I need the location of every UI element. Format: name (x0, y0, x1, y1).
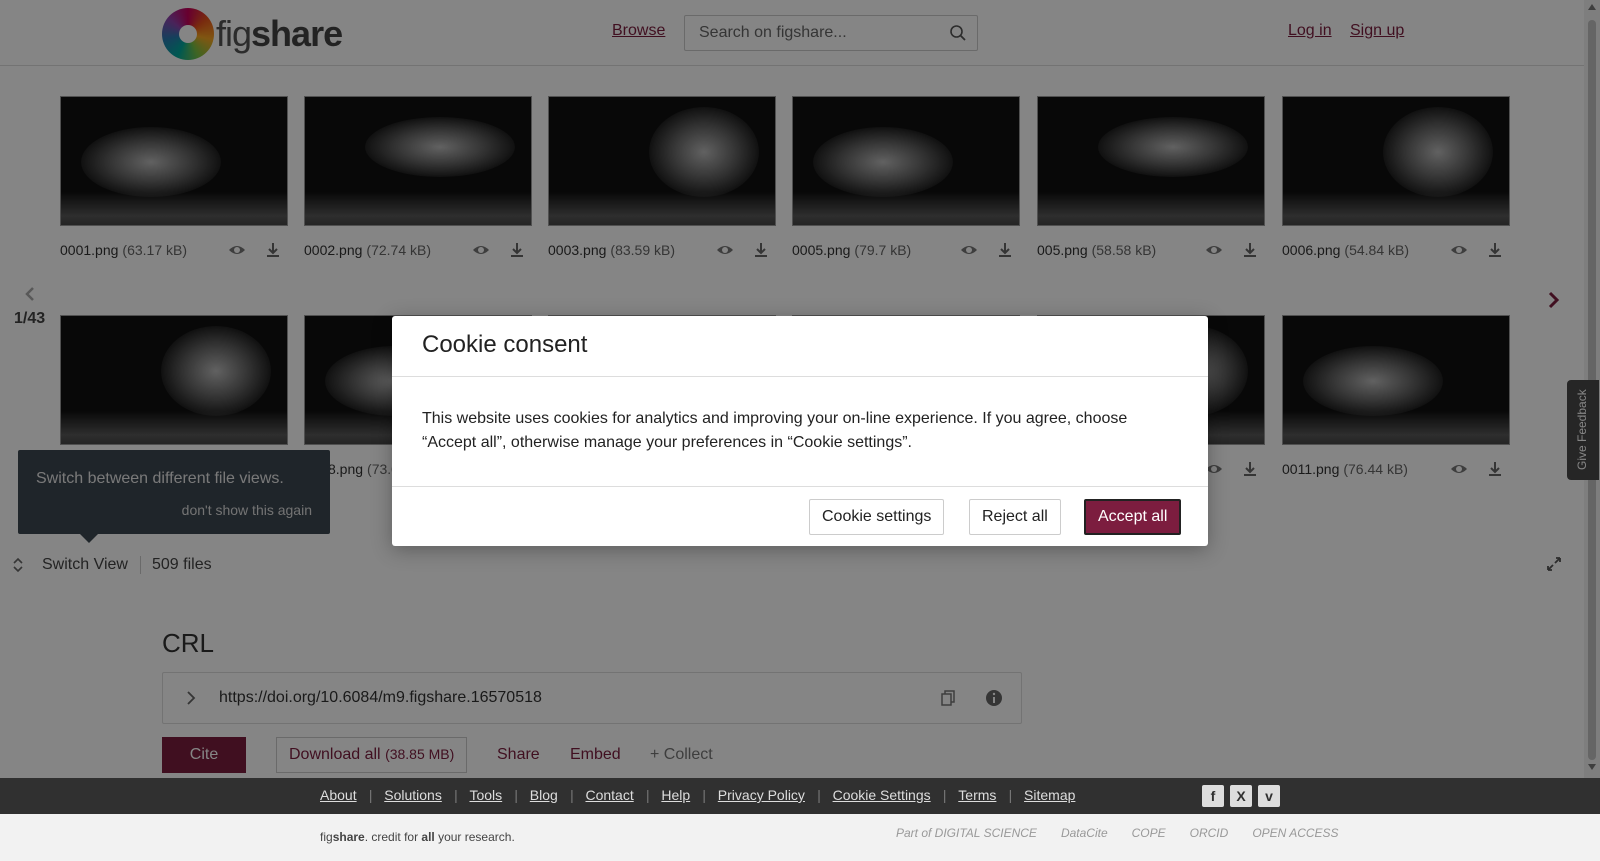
footer-link-help[interactable]: Help (661, 787, 690, 803)
footer-link-blog[interactable]: Blog (530, 787, 558, 803)
dialog-footer: Cookie settings Reject all Accept all (392, 487, 1208, 545)
reject-all-button[interactable]: Reject all (969, 499, 1061, 535)
x-icon[interactable]: X (1230, 785, 1252, 807)
datacite-logo[interactable]: DataCite (1061, 826, 1108, 840)
footer-link-sitemap[interactable]: Sitemap (1024, 787, 1075, 803)
footer-link-contact[interactable]: Contact (585, 787, 633, 803)
digital-science-logo[interactable]: Part of DIGITAL SCIENCE (896, 826, 1037, 840)
dialog-body: This website uses cookies for analytics … (392, 377, 1208, 487)
orcid-logo[interactable]: ORCID (1190, 826, 1229, 840)
social-links: f X v (1202, 785, 1280, 807)
facebook-icon[interactable]: f (1202, 785, 1224, 807)
open-access-logo[interactable]: OPEN ACCESS (1252, 826, 1338, 840)
partner-logos: Part of DIGITAL SCIENCE DataCite COPE OR… (896, 826, 1339, 840)
dialog-header: Cookie consent (392, 316, 1208, 377)
footer-link-cookie-settings[interactable]: Cookie Settings (833, 787, 931, 803)
footer-link-solutions[interactable]: Solutions (384, 787, 442, 803)
cope-logo[interactable]: COPE (1132, 826, 1166, 840)
footer-tagline: figshare. credit for all your research. (320, 830, 515, 844)
footer-link-terms[interactable]: Terms (958, 787, 996, 803)
vimeo-icon[interactable]: v (1258, 785, 1280, 807)
footer-link-tools[interactable]: Tools (469, 787, 502, 803)
cookie-settings-button[interactable]: Cookie settings (809, 499, 945, 535)
footer-nav: About | Solutions | Tools | Blog | Contact | … (320, 787, 1076, 803)
dialog-title: Cookie consent (422, 331, 588, 358)
footer-bottom: figshare. credit for all your research. … (0, 814, 1600, 861)
accept-all-button[interactable]: Accept all (1084, 499, 1182, 535)
cookie-consent-dialog: Cookie consent This website uses cookies… (392, 316, 1208, 546)
footer-links-bar: About | Solutions | Tools | Blog | Contact | … (0, 778, 1600, 814)
footer-link-privacy-policy[interactable]: Privacy Policy (718, 787, 805, 803)
footer-link-about[interactable]: About (320, 787, 357, 803)
